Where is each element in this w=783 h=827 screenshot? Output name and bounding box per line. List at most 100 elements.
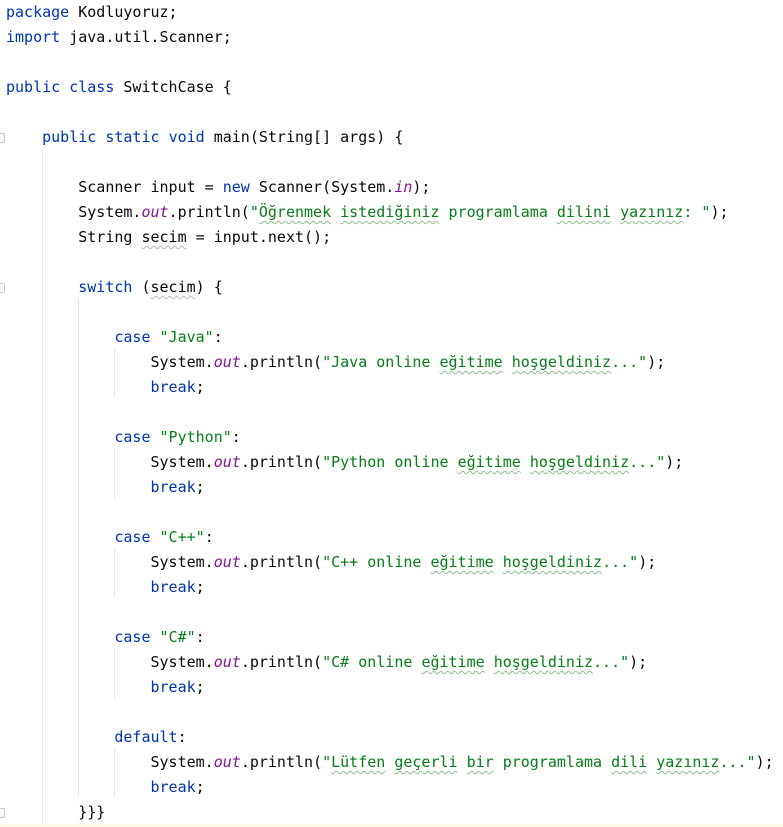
code-line[interactable]: break; [6, 675, 205, 700]
code-token: eğitime [430, 553, 494, 571]
code-token: class [69, 78, 115, 96]
code-token: bir [466, 753, 494, 771]
code-token: break [150, 678, 196, 696]
code-line[interactable]: package Kodluyoruz; [6, 0, 178, 25]
code-token: ..." [611, 353, 648, 371]
code-token: Scanner input = [6, 178, 223, 196]
code-line[interactable]: default: [6, 725, 187, 750]
code-token: = input.next(); [186, 228, 332, 246]
code-token: break [150, 478, 196, 496]
code-line[interactable]: break; [6, 475, 205, 500]
code-token: ; [195, 378, 205, 396]
code-token: new [222, 178, 250, 196]
code-token: eğitime [439, 353, 503, 371]
code-token: : [177, 728, 187, 746]
code-token: "Java" [159, 328, 214, 346]
code-token: ); [755, 753, 774, 771]
code-line[interactable]: case "C#": [6, 625, 204, 650]
code-line[interactable]: Scanner input = new Scanner(System.in); [6, 175, 430, 200]
code-line[interactable]: import java.util.Scanner; [6, 25, 232, 50]
code-token: ); [638, 553, 657, 571]
code-token: istediğiniz [340, 203, 440, 221]
code-token: : [231, 428, 241, 446]
code-token: java.util.Scanner; [60, 28, 232, 46]
code-line[interactable]: public static void main(String[] args) { [6, 125, 403, 150]
code-token: out [213, 653, 241, 671]
code-token: secim [150, 278, 196, 296]
code-token: case [114, 428, 151, 446]
code-token: "C# online [322, 653, 422, 671]
code-line[interactable]: System.out.println("C++ online eğitime h… [6, 550, 656, 575]
code-token: .println( [168, 203, 250, 221]
code-token: main(String[] args) { [204, 128, 404, 146]
code-editor[interactable]: package Kodluyoruz; import java.util.Scan… [0, 0, 783, 827]
code-line[interactable]: case "Java": [6, 325, 223, 350]
code-token: package [6, 3, 70, 21]
code-token: System. [6, 653, 214, 671]
code-token: "Python online [322, 453, 458, 471]
code-line[interactable]: break; [6, 775, 205, 800]
code-token: public [42, 128, 97, 146]
code-token: dilini [556, 203, 612, 221]
code-token: .println( [240, 453, 323, 471]
code-line[interactable]: System.out.println("Java online eğitime … [6, 350, 665, 375]
code-line[interactable]: System.out.println("Python online eğitim… [6, 450, 683, 475]
code-token: ..." [602, 553, 639, 571]
code-token: programlama [493, 753, 612, 771]
code-line[interactable]: System.out.println("Lütfen geçerli bir p… [6, 750, 774, 775]
code-token: Kodluyoruz; [69, 3, 178, 21]
code-token: break [150, 578, 196, 596]
code-token: programlama [439, 203, 557, 221]
code-token: Öğrenmek [258, 203, 332, 221]
code-token: ..." [593, 653, 630, 671]
code-token: ..." [629, 453, 666, 471]
fold-marker-icon[interactable] [0, 283, 5, 293]
code-token: case [114, 628, 151, 646]
code-token: ); [412, 178, 431, 196]
code-token: eğitime [421, 653, 485, 671]
code-line[interactable]: String secim = input.next(); [6, 225, 331, 250]
code-token: .println( [240, 553, 323, 571]
code-line[interactable]: case "Python": [6, 425, 241, 450]
code-token: hoşgeldiniz [493, 653, 594, 671]
code-token: : " [683, 203, 711, 221]
code-line[interactable]: System.out.println("C# online eğitime ho… [6, 650, 647, 675]
code-token: import [6, 28, 61, 46]
code-token: Scanner(System. [249, 178, 395, 196]
code-token: out [141, 203, 169, 221]
code-token: case [114, 528, 151, 546]
code-line[interactable]: break; [6, 375, 205, 400]
code-token: switch [78, 278, 133, 296]
code-token: System. [6, 453, 214, 471]
code-line[interactable]: System.out.println("Öğrenmek istediğiniz… [6, 200, 728, 225]
code-line[interactable]: public class SwitchCase { [6, 75, 232, 100]
code-line[interactable]: case "C++": [6, 525, 214, 550]
code-token: in [394, 178, 413, 196]
code-line[interactable]: switch (secim) { [6, 275, 223, 300]
code-token: out [213, 553, 241, 571]
fold-marker-icon[interactable] [0, 133, 5, 143]
fold-marker-icon[interactable] [0, 808, 5, 818]
code-token: : [204, 528, 214, 546]
code-token: secim [141, 228, 187, 246]
code-token: break [150, 778, 196, 796]
code-line[interactable]: }}} [6, 800, 105, 825]
code-line[interactable]: break; [6, 575, 205, 600]
code-token: " [249, 203, 259, 221]
code-token: : [213, 328, 223, 346]
code-token: break [150, 378, 196, 396]
